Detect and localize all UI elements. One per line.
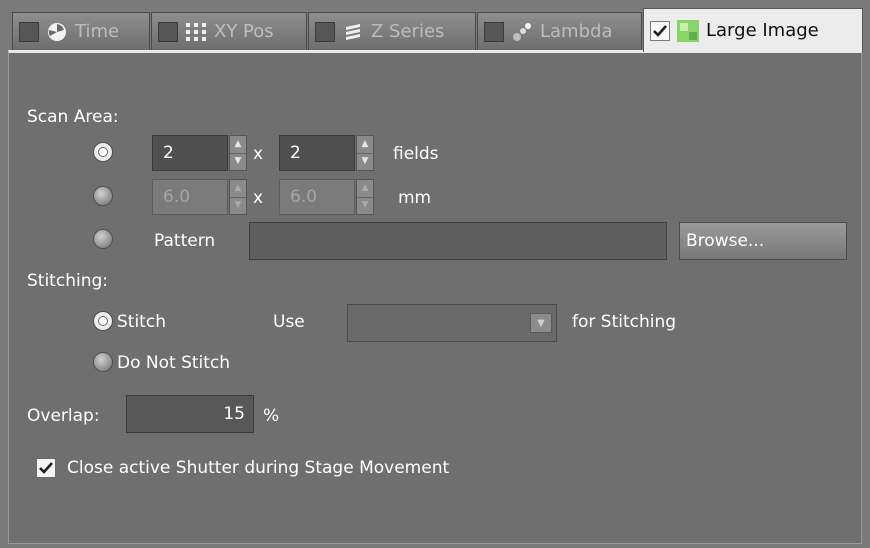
tab-z-series-label: Z Series (371, 21, 445, 42)
mm-y-input[interactable]: 6.0 (279, 179, 355, 215)
tab-lambda-checkbox[interactable] (484, 21, 504, 42)
close-shutter-checkbox[interactable] (36, 458, 56, 478)
chevron-down-icon[interactable]: ▼ (530, 313, 552, 333)
stitch-label: Stitch (117, 312, 166, 332)
spin-up-icon[interactable]: ▲ (230, 136, 246, 153)
spin-up-icon[interactable]: ▲ (357, 136, 373, 153)
scan-pattern-radio[interactable] (93, 229, 113, 249)
for-stitching-label: for Stitching (572, 312, 677, 332)
mm-x-input[interactable]: 6.0 (152, 179, 228, 215)
grid-dots-icon (184, 20, 208, 44)
large-image-icon (676, 19, 700, 43)
fields-x-spinner[interactable]: ▲ ▼ (229, 135, 247, 171)
tab-z-series[interactable]: Z Series (308, 12, 476, 50)
tab-large-image[interactable]: Large Image (643, 8, 863, 52)
stitching-heading: Stitching: (27, 271, 108, 291)
no-stitch-radio[interactable] (93, 352, 113, 372)
checkmark-icon (39, 462, 53, 474)
spin-up-icon[interactable]: ▲ (230, 180, 246, 197)
tab-time[interactable]: Time (12, 12, 150, 50)
pattern-input[interactable] (249, 222, 667, 260)
tab-lambda-label: Lambda (540, 21, 613, 42)
scan-area-heading: Scan Area: (27, 107, 119, 127)
close-shutter-label: Close active Shutter during Stage Moveme… (67, 458, 450, 478)
scan-mm-radio[interactable] (93, 186, 113, 206)
tab-large-image-label: Large Image (706, 20, 819, 41)
tab-xy-pos-checkbox[interactable] (158, 21, 178, 42)
overlap-label: Overlap: (27, 406, 100, 426)
spin-up-icon[interactable]: ▲ (357, 180, 373, 197)
times-label-mm: x (253, 188, 264, 208)
stitching-method-select[interactable]: ▼ (347, 304, 557, 342)
use-label: Use (273, 312, 305, 332)
large-image-panel: Scan Area: 2 ▲ ▼ x 2 ▲ ▼ fields 6.0 ▲ ▼ x 6… (8, 50, 862, 544)
spectrum-icon (510, 20, 534, 44)
mm-unit-label: mm (398, 188, 432, 208)
stitch-radio[interactable] (93, 311, 113, 331)
tab-lambda[interactable]: Lambda (477, 12, 642, 50)
overlap-unit-label: % (263, 406, 280, 426)
tab-z-series-checkbox[interactable] (315, 21, 335, 42)
layers-icon (341, 20, 365, 44)
fields-y-spinner[interactable]: ▲ ▼ (356, 135, 374, 171)
spin-down-icon[interactable]: ▼ (230, 196, 246, 215)
pattern-label: Pattern (154, 231, 216, 251)
tab-large-image-checkbox[interactable] (650, 20, 670, 41)
times-label: x (253, 144, 264, 164)
fields-y-input[interactable]: 2 (279, 135, 355, 171)
mm-y-spinner[interactable]: ▲ ▼ (356, 179, 374, 215)
clock-icon (45, 20, 69, 44)
spin-down-icon[interactable]: ▼ (357, 196, 373, 215)
tab-xy-pos-label: XY Pos (214, 21, 274, 42)
mm-x-spinner[interactable]: ▲ ▼ (229, 179, 247, 215)
scan-fields-radio[interactable] (93, 142, 113, 162)
overlap-input[interactable]: 15 (126, 395, 254, 433)
fields-x-input[interactable]: 2 (152, 135, 228, 171)
tab-time-checkbox[interactable] (19, 21, 39, 42)
tab-time-label: Time (75, 21, 120, 42)
fields-unit-label: fields (393, 144, 439, 164)
large-image-settings-window: Time XY Pos Z Series Lambda Large Image … (0, 0, 870, 548)
no-stitch-label: Do Not Stitch (117, 353, 231, 373)
spin-down-icon[interactable]: ▼ (357, 152, 373, 171)
spin-down-icon[interactable]: ▼ (230, 152, 246, 171)
tab-xy-pos[interactable]: XY Pos (151, 12, 307, 50)
browse-button[interactable]: Browse... (679, 222, 847, 260)
